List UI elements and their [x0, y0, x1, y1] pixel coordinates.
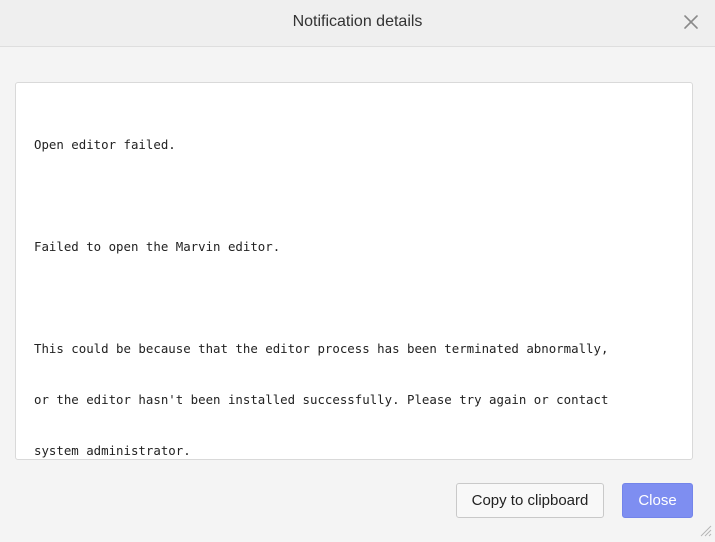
close-button[interactable]: Close: [622, 483, 693, 518]
resize-grip-icon[interactable]: [698, 523, 712, 537]
dialog-title: Notification details: [292, 13, 423, 30]
message-line: system administrator.: [34, 443, 191, 458]
copy-to-clipboard-button[interactable]: Copy to clipboard: [456, 483, 604, 518]
message-text: Open editor failed. Failed to open the M…: [34, 102, 674, 459]
dialog-header: Notification details: [0, 0, 715, 47]
notification-dialog: Notification details Open editor failed.…: [0, 0, 715, 540]
message-line: This could be because that the editor pr…: [34, 341, 609, 356]
close-icon[interactable]: [681, 12, 701, 32]
message-line: or the editor hasn't been installed succ…: [34, 392, 609, 407]
message-line: Failed to open the Marvin editor.: [34, 239, 281, 254]
message-textarea[interactable]: Open editor failed. Failed to open the M…: [15, 82, 693, 460]
message-line: Open editor failed.: [34, 137, 176, 152]
